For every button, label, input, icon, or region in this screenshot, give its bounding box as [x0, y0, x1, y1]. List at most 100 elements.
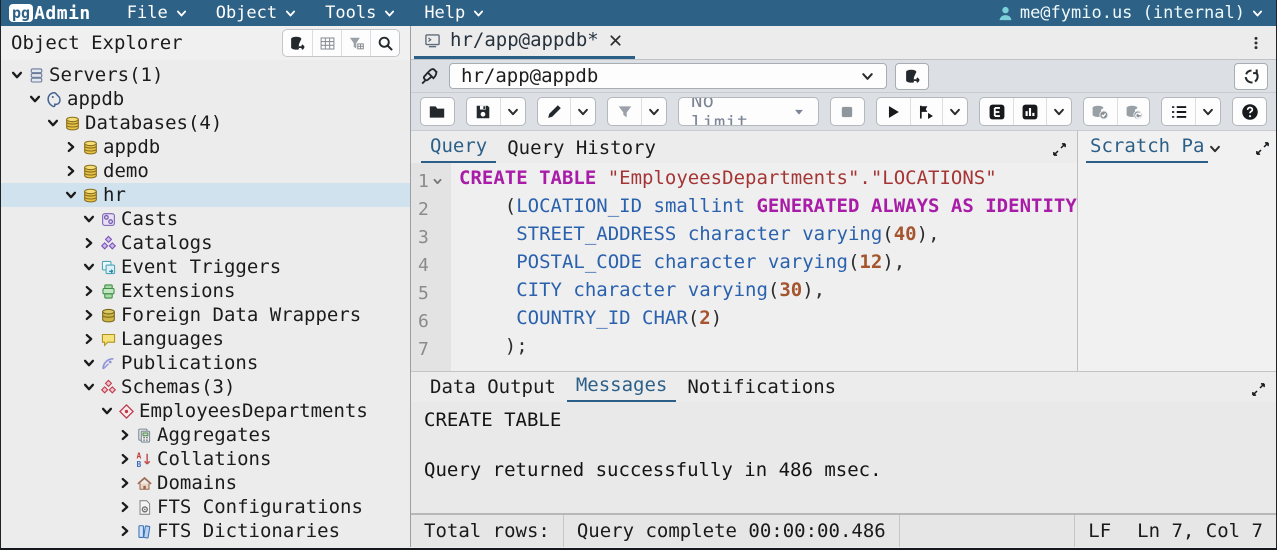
tree-item-appdb[interactable]: appdb — [1, 87, 410, 111]
filtered-rows-button[interactable] — [341, 30, 370, 56]
explain-options-button[interactable] — [1046, 98, 1071, 125]
tree-item-extensions[interactable]: Extensions — [1, 279, 410, 303]
token-pl — [596, 167, 607, 189]
macros-options-button[interactable] — [1195, 98, 1220, 125]
tab-notifications[interactable]: Notifications — [678, 374, 845, 402]
connection-select[interactable]: hr/app@appdb — [449, 63, 887, 89]
save-file-button[interactable] — [467, 98, 500, 125]
close-icon[interactable] — [608, 33, 623, 48]
new-connection-button[interactable] — [895, 63, 929, 90]
chevron-down-icon[interactable] — [79, 260, 98, 274]
tab-scratch-pad[interactable]: Scratch Pa — [1086, 133, 1208, 163]
expand-icon[interactable] — [1052, 142, 1067, 163]
refresh-layout-button[interactable] — [1234, 63, 1268, 90]
expand-icon[interactable] — [1251, 382, 1266, 402]
query-tool-tab[interactable]: hr/app@appdb* — [414, 26, 635, 59]
tree-item-databases-4[interactable]: Databases(4) — [1, 111, 410, 135]
chevron-right-icon[interactable] — [115, 452, 134, 466]
tree-item-domains[interactable]: Domains — [1, 471, 410, 495]
chevron-right-icon[interactable] — [115, 500, 134, 514]
menu-object[interactable]: Object — [202, 3, 311, 23]
chevron-right-icon[interactable] — [79, 308, 98, 322]
chevron-down-icon[interactable] — [1208, 142, 1222, 163]
tab-messages[interactable]: Messages — [567, 372, 677, 402]
tree-item-hr[interactable]: hr — [1, 183, 410, 207]
gutter-line-number: 4 — [418, 251, 451, 279]
connect-server-button[interactable] — [283, 30, 312, 56]
commit-button[interactable] — [1084, 98, 1117, 125]
tree-item-appdb[interactable]: appdb — [1, 135, 410, 159]
tree-item-fts-dictionaries[interactable]: FTS Dictionaries — [1, 519, 410, 543]
database-icon — [62, 115, 83, 132]
tree-item-aggregates[interactable]: Aggregates — [1, 423, 410, 447]
chevron-down-icon[interactable] — [7, 68, 26, 82]
fold-chevron-icon[interactable] — [432, 176, 443, 187]
tree-item-demo[interactable]: demo — [1, 159, 410, 183]
tree-item-servers-1[interactable]: Servers(1) — [1, 63, 410, 87]
chevron-right-icon[interactable] — [115, 476, 134, 490]
tree-item-label: FTS Dictionaries — [155, 520, 340, 542]
chevron-right-icon[interactable] — [61, 140, 80, 154]
chevron-down-icon[interactable] — [79, 380, 98, 394]
tree-item-schemas-3[interactable]: Schemas(3) — [1, 375, 410, 399]
chevron-down-icon[interactable] — [79, 212, 98, 226]
analyze-icon — [1021, 103, 1039, 121]
kebab-menu-icon[interactable] — [1236, 35, 1276, 51]
execute-button[interactable] — [877, 98, 910, 125]
chevron-down-icon[interactable] — [97, 404, 116, 418]
filter-button[interactable] — [608, 98, 641, 125]
tree-item-languages[interactable]: Languages — [1, 327, 410, 351]
explain-button[interactable] — [980, 98, 1013, 125]
sql-editor[interactable]: 1234567 CREATE TABLE "EmployeesDepartmen… — [411, 163, 1077, 371]
chevron-right-icon[interactable] — [79, 284, 98, 298]
tab-query[interactable]: Query — [421, 133, 496, 163]
macros-button[interactable] — [1162, 98, 1195, 125]
database-icon — [80, 187, 101, 204]
chevron-down-icon[interactable] — [43, 116, 62, 130]
expand-icon[interactable] — [1255, 141, 1270, 163]
tab-data-output[interactable]: Data Output — [421, 374, 565, 402]
database-icon — [80, 139, 101, 156]
execute-options-button[interactable] — [942, 98, 967, 125]
menu-tools[interactable]: Tools — [311, 3, 410, 23]
rollback-button[interactable] — [1117, 98, 1150, 125]
search-objects-button[interactable] — [370, 30, 399, 56]
chevron-right-icon[interactable] — [79, 236, 98, 250]
tree-item-event-triggers[interactable]: Event Triggers — [1, 255, 410, 279]
filter-options-button[interactable] — [641, 98, 666, 125]
execute-script-button[interactable] — [910, 98, 943, 125]
chevron-down-icon — [1251, 7, 1264, 20]
tree-item-publications[interactable]: Publications — [1, 351, 410, 375]
chevron-down-icon[interactable] — [61, 188, 80, 202]
status-eol-mode[interactable]: LF — [1074, 515, 1124, 547]
scratch-pad-textarea[interactable] — [1078, 163, 1276, 371]
account-menu[interactable]: me@fymio.us (internal) — [997, 3, 1264, 23]
chevron-right-icon[interactable] — [79, 332, 98, 346]
code-line: (LOCATION_ID smallint GENERATED ALWAYS A… — [459, 195, 1077, 223]
tree-item-catalogs[interactable]: Catalogs — [1, 231, 410, 255]
help-button[interactable] — [1233, 98, 1266, 125]
menu-help[interactable]: Help — [410, 3, 499, 23]
row-limit-select[interactable]: No limit — [679, 98, 818, 125]
chevron-right-icon[interactable] — [115, 428, 134, 442]
open-file-button[interactable] — [421, 98, 454, 125]
tree-item-employeesdepartments[interactable]: EmployeesDepartments — [1, 399, 410, 423]
view-data-button[interactable] — [312, 30, 341, 56]
tree-item-casts[interactable]: Casts — [1, 207, 410, 231]
explain-analyze-button[interactable] — [1013, 98, 1046, 125]
chevron-down-icon[interactable] — [79, 356, 98, 370]
chevron-right-icon[interactable] — [61, 164, 80, 178]
tree-item-collations[interactable]: ABCollations — [1, 447, 410, 471]
menu-file[interactable]: File — [113, 3, 202, 23]
edit-button[interactable] — [538, 98, 571, 125]
chevron-down-icon[interactable] — [25, 92, 44, 106]
token-pl — [676, 223, 687, 245]
tree-item-fts-configurations[interactable]: FTS Configurations — [1, 495, 410, 519]
chevron-right-icon[interactable] — [115, 524, 134, 538]
edit-options-button[interactable] — [570, 98, 595, 125]
save-options-button[interactable] — [500, 98, 525, 125]
tab-query-history[interactable]: Query History — [498, 135, 665, 163]
stop-button[interactable] — [831, 98, 864, 125]
editor-code[interactable]: CREATE TABLE "EmployeesDepartments"."LOC… — [451, 163, 1077, 371]
tree-item-foreign-data-wrappers[interactable]: Foreign Data Wrappers — [1, 303, 410, 327]
